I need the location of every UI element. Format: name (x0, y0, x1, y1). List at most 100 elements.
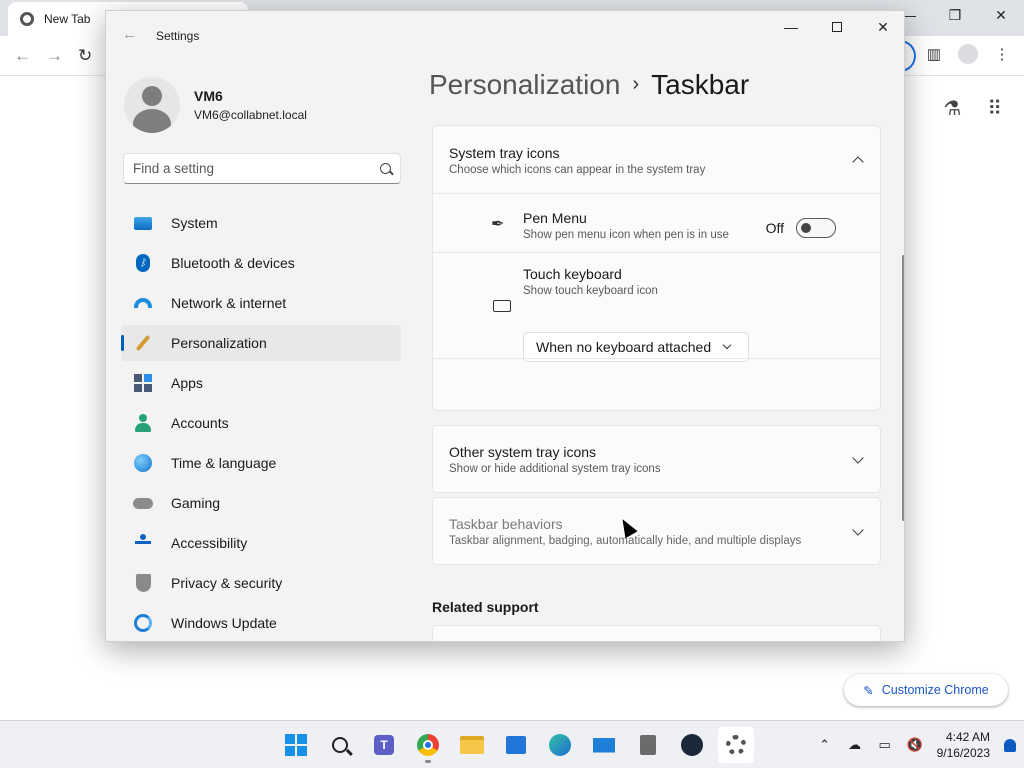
labs-flask-icon[interactable]: ⚗ (943, 96, 961, 121)
windows-taskbar: T ⌃ ☁ ▭ 🔇 4:42 AM 9/16/2023 (0, 720, 1024, 768)
nav-item-personalization[interactable]: Personalization (121, 325, 401, 361)
system-icon (133, 213, 153, 233)
maximize-icon[interactable] (814, 11, 860, 43)
onedrive-icon[interactable]: ☁ (847, 737, 863, 752)
content-scrollbar[interactable] (902, 255, 904, 521)
settings-titlebar: ← Settings — ✕ (106, 11, 904, 59)
chevron-up-icon[interactable]: ⌃ (817, 737, 833, 752)
user-profile[interactable]: VM6 VM6@collabnet.local (124, 77, 307, 133)
pen-menu-state: Off (765, 220, 784, 236)
network-icon[interactable]: ▭ (877, 737, 893, 752)
shield-icon (133, 573, 153, 593)
close-icon[interactable]: ✕ (860, 11, 904, 43)
taskbar-file-explorer[interactable] (454, 727, 490, 763)
avatar (124, 77, 180, 133)
edge-icon (549, 734, 571, 756)
taskbar-calculator[interactable] (630, 727, 666, 763)
nav-item-privacy-security[interactable]: Privacy & security (121, 565, 401, 601)
side-panel-icon[interactable]: ▥ (924, 44, 944, 64)
other-tray-icons-card[interactable]: Other system tray icons Show or hide add… (432, 425, 881, 493)
nav-item-windows-update[interactable]: Windows Update (121, 605, 401, 641)
nav-item-apps[interactable]: Apps (121, 365, 401, 401)
taskbar-store[interactable] (498, 727, 534, 763)
pen-menu-subtitle: Show pen menu icon when pen is in use (523, 229, 729, 241)
taskbar-settings[interactable] (718, 727, 754, 763)
pencil-icon: ✎ (863, 683, 874, 698)
gamepad-icon (133, 493, 153, 513)
nav-label: Time & language (171, 455, 277, 471)
pen-menu-toggle[interactable] (796, 218, 836, 238)
touch-keyboard-subtitle: Show touch keyboard icon (523, 285, 658, 297)
minimize-icon[interactable]: — (768, 11, 814, 43)
chrome-menu-icon[interactable]: ⋮ (992, 44, 1012, 64)
customize-chrome-button[interactable]: ✎ Customize Chrome (844, 674, 1008, 706)
chrome-close-icon[interactable]: ✕ (978, 0, 1024, 30)
touch-keyboard-row: Touch keyboard Show touch keyboard icon (523, 266, 658, 297)
volume-muted-icon[interactable]: 🔇 (907, 737, 923, 752)
back-arrow-icon[interactable]: ← (122, 26, 137, 43)
chrome-reload-icon[interactable]: ↻ (78, 46, 92, 66)
teams-icon: T (374, 735, 394, 755)
page-title: Taskbar (651, 69, 750, 100)
user-email: VM6@collabnet.local (194, 108, 307, 122)
notification-bell-icon[interactable] (1004, 738, 1016, 752)
system-tray: ⌃ ☁ ▭ 🔇 4:42 AM 9/16/2023 (817, 721, 1016, 768)
taskbar-steam[interactable] (674, 727, 710, 763)
chevron-down-icon[interactable] (852, 524, 864, 536)
search-icon[interactable] (380, 163, 391, 174)
nav-item-network[interactable]: Network & internet (121, 285, 401, 321)
search-input[interactable] (133, 161, 380, 176)
chrome-back-icon[interactable]: ← (14, 46, 31, 66)
update-icon (133, 613, 153, 633)
settings-window: ← Settings — ✕ VM6 VM6@collabnet.local S… (105, 10, 905, 642)
windows-logo-icon (285, 734, 307, 756)
nav-item-system[interactable]: System (121, 205, 401, 241)
nav-label: Privacy & security (171, 575, 283, 591)
chrome-window-controls: — ❐ ✕ (886, 0, 1024, 30)
related-support-card[interactable] (432, 625, 881, 641)
nav-item-bluetooth[interactable]: ᛒ Bluetooth & devices (121, 245, 401, 281)
chrome-icon (417, 734, 439, 756)
ntp-top-icons: ⚗ ⠿ (943, 96, 1002, 121)
bluetooth-icon: ᛒ (133, 253, 153, 273)
chrome-forward-icon[interactable]: → (46, 46, 63, 66)
taskbar-search-button[interactable] (322, 727, 358, 763)
globe-clock-icon (133, 453, 153, 473)
pen-menu-title: Pen Menu (523, 210, 587, 226)
nav-item-accounts[interactable]: Accounts (121, 405, 401, 441)
chevron-down-icon[interactable] (852, 452, 864, 464)
apps-grid-icon[interactable]: ⠿ (987, 96, 1002, 121)
touch-keyboard-title: Touch keyboard (523, 266, 622, 282)
chrome-restore-icon[interactable]: ❐ (932, 0, 978, 30)
nav-label: Apps (171, 375, 203, 391)
nav-label: Personalization (171, 335, 267, 351)
nav-label: Windows Update (171, 615, 277, 631)
taskbar-teams[interactable]: T (366, 727, 402, 763)
taskbar-edge[interactable] (542, 727, 578, 763)
pen-menu-row: Pen Menu Show pen menu icon when pen is … (523, 210, 729, 241)
nav-item-time-language[interactable]: Time & language (121, 445, 401, 481)
taskbar-chrome[interactable] (410, 727, 446, 763)
divider (433, 252, 880, 253)
settings-nav: System ᛒ Bluetooth & devices Network & i… (121, 205, 401, 641)
breadcrumb-separator: › (632, 73, 640, 95)
chevron-up-icon[interactable] (852, 156, 864, 168)
pen-icon: ✒ (491, 216, 505, 233)
taskbar-mail[interactable] (586, 727, 622, 763)
chrome-profile-icon[interactable] (958, 44, 978, 64)
clock-time: 4:42 AM (945, 730, 990, 744)
breadcrumb-parent[interactable]: Personalization (429, 69, 620, 100)
steam-icon (681, 734, 703, 756)
divider (433, 358, 880, 359)
apps-icon (133, 373, 153, 393)
system-tray-header[interactable]: System tray icons Choose which icons can… (449, 145, 705, 176)
related-support-heading: Related support (432, 599, 539, 615)
nav-item-gaming[interactable]: Gaming (121, 485, 401, 521)
taskbar-clock[interactable]: 4:42 AM 9/16/2023 (937, 729, 990, 761)
start-button[interactable] (278, 727, 314, 763)
keyboard-icon (493, 300, 511, 312)
nav-item-accessibility[interactable]: Accessibility (121, 525, 401, 561)
taskbar-behaviors-card[interactable]: Taskbar behaviors Taskbar alignment, bad… (432, 497, 881, 565)
search-icon (332, 737, 348, 753)
system-tray-icons-card: System tray icons Choose which icons can… (432, 125, 881, 411)
